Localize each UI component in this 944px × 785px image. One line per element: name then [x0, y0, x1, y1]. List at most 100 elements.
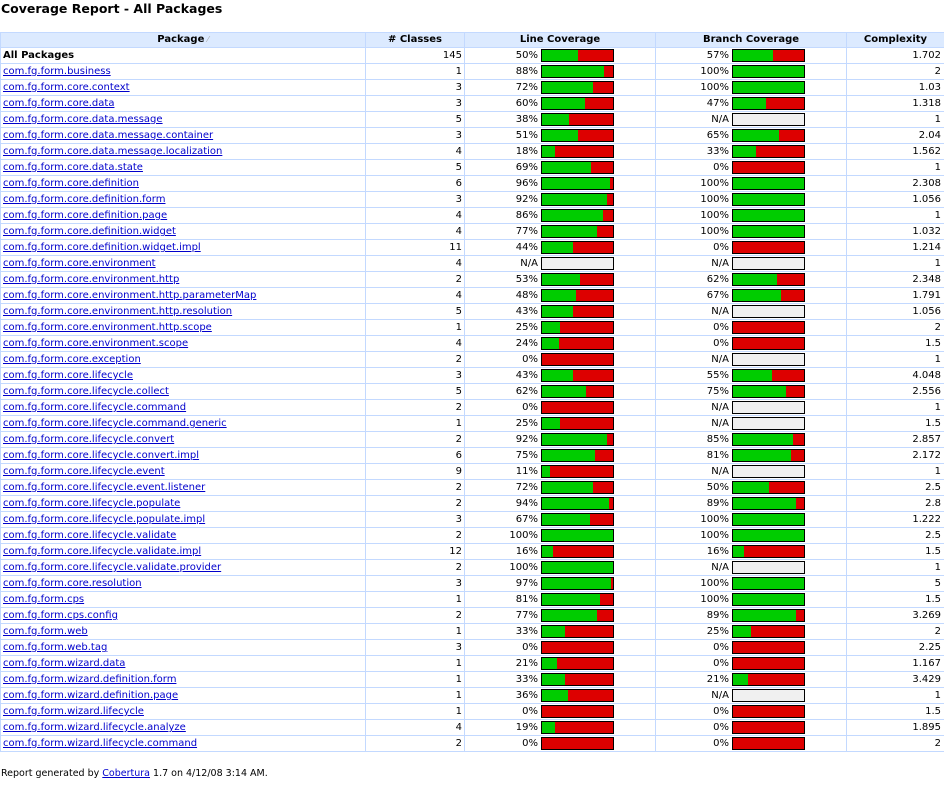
table-row: com.fg.form.core.lifecycle.convert 2 92% 85… — [0, 431, 944, 448]
uncovered-segment — [733, 242, 804, 253]
package-link[interactable]: com.fg.form.web — [3, 626, 88, 637]
package-link[interactable]: com.fg.form.core.lifecycle.collect — [3, 386, 169, 397]
package-link[interactable]: com.fg.form.core.exception — [3, 354, 141, 365]
line-coverage-bar — [541, 449, 614, 462]
package-link[interactable]: com.fg.form.core.resolution — [3, 578, 142, 589]
complexity-value: 2.857 — [846, 431, 944, 448]
package-link[interactable]: com.fg.form.core.lifecycle.validate — [3, 530, 176, 541]
line-coverage-bar — [541, 209, 614, 222]
branch-coverage-bar — [732, 609, 805, 622]
package-link[interactable]: com.fg.form.core.lifecycle.convert — [3, 434, 174, 445]
table-row: com.fg.form.wizard.lifecycle.command 2 0% 0… — [0, 735, 944, 752]
package-cell: com.fg.form.core.exception — [0, 351, 366, 368]
package-link[interactable]: com.fg.form.wizard.definition.form — [3, 674, 176, 685]
package-cell: com.fg.form.core.definition.widget.impl — [0, 239, 366, 256]
package-link[interactable]: com.fg.form.core.definition — [3, 178, 139, 189]
package-link[interactable]: com.fg.form.wizard.definition.page — [3, 690, 178, 701]
package-link[interactable]: com.fg.form.core.lifecycle.validate.impl — [3, 546, 201, 557]
package-link[interactable]: com.fg.form.core.environment.http.resolu… — [3, 306, 232, 317]
package-link[interactable]: com.fg.form.core.lifecycle.convert.impl — [3, 450, 199, 461]
line-coverage-bar — [541, 481, 614, 494]
line-coverage-bar — [541, 657, 614, 670]
covered-segment — [733, 274, 778, 285]
package-link[interactable]: com.fg.form.core.lifecycle.event.listene… — [3, 482, 205, 493]
line-coverage-cell: 81% — [464, 591, 656, 608]
package-link[interactable]: com.fg.form.core.environment.http.parame… — [3, 290, 256, 301]
package-link[interactable]: com.fg.form.core.environment.http — [3, 274, 179, 285]
package-link[interactable]: com.fg.form.web.tag — [3, 642, 107, 653]
package-link[interactable]: com.fg.form.core.definition.widget.impl — [3, 242, 201, 253]
package-cell: com.fg.form.core.lifecycle.collect — [0, 383, 366, 400]
table-row: com.fg.form.core.lifecycle.event.listene… — [0, 479, 944, 496]
package-link[interactable]: com.fg.form.core.data.message.localizati… — [3, 146, 222, 157]
branch-coverage-percent: 75% — [706, 386, 729, 397]
package-link[interactable]: com.fg.form.core.environment.scope — [3, 338, 188, 349]
package-link[interactable]: com.fg.form.cps.config — [3, 610, 118, 621]
package-cell: com.fg.form.core.environment.http.scope — [0, 319, 366, 336]
covered-segment — [733, 82, 804, 93]
line-coverage-percent: 0% — [522, 354, 538, 365]
package-link[interactable]: com.fg.form.core.lifecycle — [3, 370, 133, 381]
package-column-header[interactable]: Package ⁄ — [0, 32, 366, 48]
package-link[interactable]: com.fg.form.core.lifecycle.validate.prov… — [3, 562, 221, 573]
line-coverage-cell: 53% — [464, 271, 656, 288]
covered-segment — [542, 482, 594, 493]
package-link[interactable]: com.fg.form.core.definition.page — [3, 210, 167, 221]
package-link[interactable]: com.fg.form.core.data.state — [3, 162, 143, 173]
package-link[interactable]: com.fg.form.core.data.message.container — [3, 130, 213, 141]
branch-coverage-cell: 100% — [655, 175, 847, 192]
branch-coverage-cell: N/A — [655, 111, 847, 128]
table-row: com.fg.form.core.lifecycle.command 2 0% N/A… — [0, 399, 944, 416]
line-coverage-bar — [541, 161, 614, 174]
complexity-column-header[interactable]: Complexity — [846, 32, 944, 48]
package-link[interactable]: com.fg.form.core.environment — [3, 258, 156, 269]
covered-segment — [542, 546, 554, 557]
footer-prefix: Report generated by — [1, 768, 100, 779]
complexity-value: 2.25 — [846, 639, 944, 656]
branch-coverage-bar — [732, 273, 805, 286]
footer-suffix: 1.7 on 4/12/08 3:14 AM. — [153, 768, 268, 779]
table-row: com.fg.form.core.exception 2 0% N/A 1 — [0, 351, 944, 368]
package-link[interactable]: com.fg.form.core.definition.form — [3, 194, 165, 205]
package-link[interactable]: com.fg.form.core.lifecycle.command — [3, 402, 186, 413]
package-link[interactable]: com.fg.form.wizard.lifecycle.analyze — [3, 722, 186, 733]
line-coverage-bar — [541, 529, 614, 542]
package-link[interactable]: com.fg.form.core.definition.widget — [3, 226, 176, 237]
uncovered-segment — [572, 306, 613, 317]
package-link[interactable]: com.fg.form.core.lifecycle.command.gener… — [3, 418, 227, 429]
classes-column-header[interactable]: # Classes — [365, 32, 465, 48]
package-link[interactable]: com.fg.form.wizard.lifecycle — [3, 706, 144, 717]
uncovered-segment — [556, 658, 613, 669]
line-coverage-cell: 43% — [464, 367, 656, 384]
covered-segment — [542, 162, 591, 173]
package-link[interactable]: com.fg.form.core.lifecycle.populate.impl — [3, 514, 205, 525]
package-link[interactable]: com.fg.form.cps — [3, 594, 84, 605]
complexity-value: 4.048 — [846, 367, 944, 384]
classes-count: 145 — [365, 47, 465, 64]
uncovered-segment — [565, 674, 613, 685]
classes-count: 5 — [365, 111, 465, 128]
package-link[interactable]: com.fg.form.core.data — [3, 98, 114, 109]
branch-coverage-cell: 85% — [655, 431, 847, 448]
complexity-value: 1.5 — [846, 415, 944, 432]
package-link[interactable]: com.fg.form.core.lifecycle.event — [3, 466, 165, 477]
package-link[interactable]: com.fg.form.core.environment.http.scope — [3, 322, 212, 333]
cobertura-link[interactable]: Cobertura — [102, 768, 150, 779]
table-header-row: Package ⁄ # Classes Line Coverage Branch … — [0, 32, 944, 48]
line-coverage-cell: 92% — [464, 431, 656, 448]
package-link[interactable]: com.fg.form.wizard.data — [3, 658, 125, 669]
package-link[interactable]: com.fg.form.core.lifecycle.populate — [3, 498, 180, 509]
classes-count: 3 — [365, 79, 465, 96]
branch-coverage-cell: 0% — [655, 703, 847, 720]
package-link[interactable]: com.fg.form.business — [3, 66, 111, 77]
line-coverage-column-header[interactable]: Line Coverage — [464, 32, 656, 48]
covered-segment — [733, 546, 745, 557]
package-link[interactable]: com.fg.form.core.data.message — [3, 114, 163, 125]
branch-coverage-column-header[interactable]: Branch Coverage — [655, 32, 847, 48]
complexity-value: 1 — [846, 559, 944, 576]
package-cell: com.fg.form.wizard.data — [0, 655, 366, 672]
branch-coverage-bar — [732, 737, 805, 750]
package-link[interactable]: com.fg.form.wizard.lifecycle.command — [3, 738, 197, 749]
branch-coverage-bar — [732, 657, 805, 670]
package-link[interactable]: com.fg.form.core.context — [3, 82, 130, 93]
